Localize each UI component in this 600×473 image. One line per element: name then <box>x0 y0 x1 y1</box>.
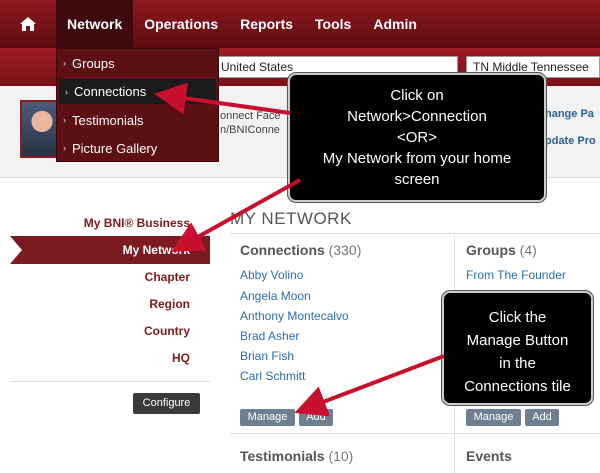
connection-link[interactable]: Angela Moon <box>240 289 311 303</box>
sidebar-item-my-network[interactable]: My Network <box>10 236 210 264</box>
connection-link[interactable]: Anthony Montecalvo <box>240 309 349 323</box>
sidebar-item-region[interactable]: Region <box>149 297 190 311</box>
sidebar-item-country[interactable]: Country <box>144 324 190 338</box>
connection-link[interactable]: Brian Fish <box>240 349 294 363</box>
callout-line: Manage Button <box>466 332 569 349</box>
connections-count: (330) <box>328 242 362 258</box>
groups-label: Groups <box>466 242 516 258</box>
callout-line: Click on <box>390 87 444 104</box>
groups-tile-header: Groups (4) <box>466 242 537 258</box>
callout-line: Click the <box>488 309 547 326</box>
chevron-right-icon: › <box>65 86 68 97</box>
callout-line: My Network from your home <box>322 150 512 167</box>
nav-tools[interactable]: Tools <box>304 0 362 48</box>
page-title: MY NETWORK <box>230 209 352 228</box>
menu-item-groups[interactable]: › Groups <box>57 49 218 77</box>
nav-network[interactable]: Network <box>56 0 134 48</box>
network-dropdown-menu: › Groups › Connections › Testimonials › … <box>56 48 219 162</box>
connection-link[interactable]: Abby Volino <box>240 268 303 282</box>
menu-item-label: Picture Gallery <box>72 140 158 156</box>
menu-item-label: Groups <box>72 55 115 71</box>
callout-line: <OR> <box>396 129 438 146</box>
connections-manage-button[interactable]: Manage <box>240 409 295 426</box>
connections-add-button[interactable]: Add <box>299 409 333 426</box>
chevron-right-icon: › <box>63 143 66 153</box>
callout-line: in the <box>499 355 536 372</box>
profile-text-1: onnect Face <box>220 110 281 122</box>
nav-reports[interactable]: Reports <box>229 0 304 48</box>
connections-label: Connections <box>240 242 325 258</box>
profile-text-2: n/BNIConne <box>220 124 280 136</box>
callout-line: Network>Connection <box>347 108 487 125</box>
events-tile-header: Events <box>466 448 512 464</box>
callout-line: screen <box>394 171 440 188</box>
testimonials-label: Testimonials <box>240 448 325 464</box>
sidebar-item-hq[interactable]: HQ <box>172 351 190 365</box>
groups-manage-button[interactable]: Manage <box>466 409 521 426</box>
chevron-right-icon: › <box>63 115 66 125</box>
testimonials-tile-header: Testimonials (10) <box>240 448 353 464</box>
callout-line: Connections tile <box>464 378 571 395</box>
home-icon <box>20 17 36 31</box>
groups-count: (4) <box>519 242 537 258</box>
menu-item-label: Testimonials <box>72 112 144 128</box>
arrow-to-manage-button <box>294 354 445 417</box>
sidebar-item-chapter[interactable]: Chapter <box>145 270 190 284</box>
chevron-right-icon: › <box>63 58 66 68</box>
connection-link[interactable]: Brad Asher <box>240 329 299 343</box>
configure-button[interactable]: Configure <box>133 393 200 414</box>
change-password-link[interactable]: hange Pa <box>545 108 594 120</box>
tile-row-divider <box>230 433 600 434</box>
menu-item-testimonials[interactable]: › Testimonials <box>57 106 218 134</box>
nav-operations[interactable]: Operations <box>133 0 229 48</box>
groups-add-button[interactable]: Add <box>525 409 559 426</box>
update-profile-link[interactable]: pdate Pro <box>545 135 596 147</box>
title-divider <box>230 233 600 234</box>
instruction-callout-2: Click the Manage Button in the Connectio… <box>442 291 593 405</box>
home-button[interactable] <box>0 0 56 48</box>
events-label: Events <box>466 448 512 464</box>
nav-admin[interactable]: Admin <box>362 0 428 48</box>
menu-item-label: Connections <box>74 84 147 99</box>
group-link[interactable]: From The Founder <box>466 268 566 282</box>
sidebar-item-my-bni-business[interactable]: My BNI® Business <box>84 216 190 230</box>
menu-item-connections[interactable]: › Connections <box>59 79 216 104</box>
sidebar-divider <box>10 381 210 382</box>
top-navigation: Network Operations Reports Tools Admin <box>0 0 600 48</box>
connection-link[interactable]: Carl Schmitt <box>240 369 305 383</box>
connections-tile-header: Connections (330) <box>240 242 361 258</box>
instruction-callout-1: Click on Network>Connection <OR> My Netw… <box>288 73 546 202</box>
menu-item-picture-gallery[interactable]: › Picture Gallery <box>57 134 218 162</box>
testimonials-count: (10) <box>328 448 354 464</box>
